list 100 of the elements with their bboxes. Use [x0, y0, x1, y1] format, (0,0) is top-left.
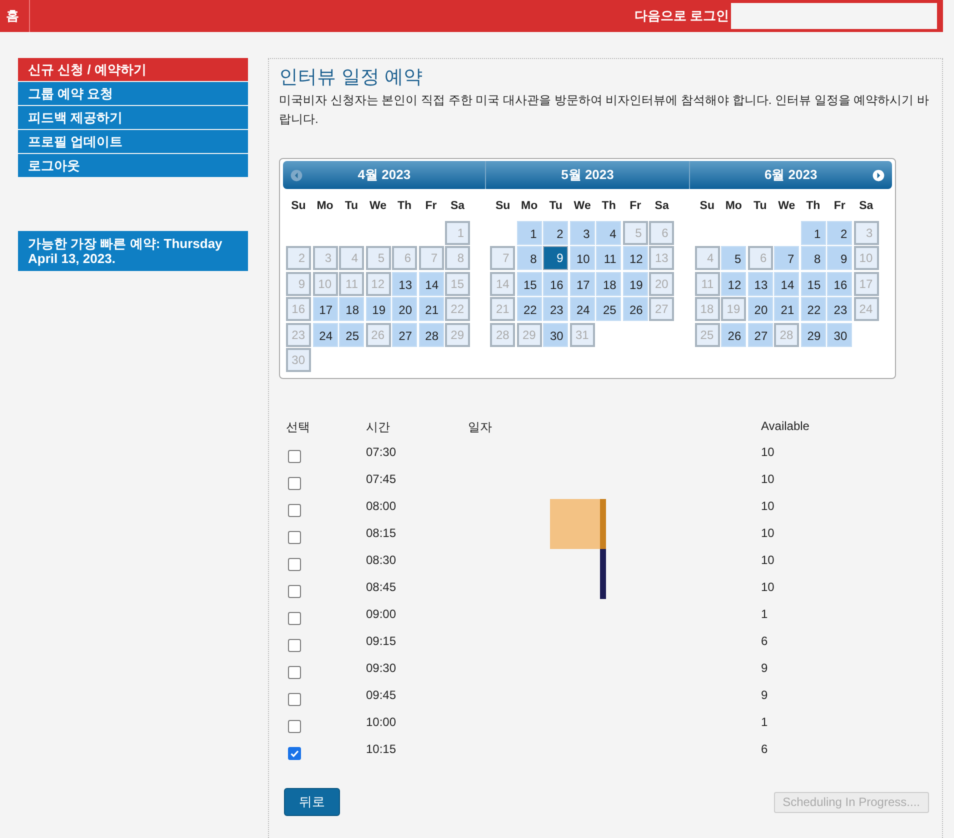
available-cell-text: 10	[761, 498, 776, 512]
calendar-day[interactable]: 17	[570, 272, 595, 296]
calendar-day[interactable]: 2	[543, 220, 568, 244]
calendar-day[interactable]: 12	[622, 246, 648, 270]
calendar-day[interactable]: 8	[800, 246, 826, 270]
calendar-day[interactable]: 30	[827, 322, 852, 346]
weekday-label: Fr	[424, 199, 438, 214]
weekday-label: Tu	[548, 199, 564, 214]
weekday-label: Sa	[449, 199, 466, 214]
available-cell-text: 10	[761, 552, 776, 566]
calendar-day[interactable]: 18	[596, 272, 622, 296]
available-cell-text: 1	[761, 606, 769, 620]
available-cell-text: 10	[761, 526, 776, 540]
sidebar-item[interactable]: 로그아웃	[18, 154, 248, 177]
weekday-label: Sa	[654, 199, 670, 214]
calendar-day[interactable]: 21	[418, 297, 444, 321]
calendar-day[interactable]: 14	[774, 272, 800, 296]
checkbox[interactable]	[288, 638, 301, 652]
calendar-day[interactable]: 11	[596, 246, 622, 270]
checkbox[interactable]	[288, 666, 301, 678]
month-title: 5월 2023	[561, 166, 614, 184]
calendar-day[interactable]: 3	[570, 220, 595, 244]
weekday-label: We	[368, 199, 388, 214]
calendar-day[interactable]: 27	[392, 322, 417, 346]
calendar-day[interactable]: 22	[516, 297, 542, 321]
calendar-day[interactable]: 10	[570, 246, 595, 270]
calendar-day[interactable]: 2	[827, 220, 852, 244]
calendar-day[interactable]: 21	[774, 297, 800, 321]
sidebar-item[interactable]: 신규 신청 / 예약하기	[18, 58, 248, 81]
calendar-day[interactable]: 19	[622, 272, 648, 296]
calendar-day[interactable]: 12	[721, 272, 746, 296]
calendar-day[interactable]: 13	[392, 272, 417, 296]
sidebar-item[interactable]: 그룹 예약 요청	[18, 82, 248, 105]
calendar-day[interactable]: 27	[748, 322, 773, 346]
calendar-day[interactable]: 15	[800, 272, 826, 296]
calendar-day[interactable]: 25	[339, 322, 364, 346]
calendar-day[interactable]: 17	[312, 297, 338, 321]
month-title: 4월 2023	[358, 166, 411, 184]
calendar-day[interactable]: 19	[366, 297, 390, 321]
calendar-day[interactable]: 24	[312, 322, 338, 346]
checkbox[interactable]	[288, 584, 301, 598]
calendar-day[interactable]: 18	[339, 297, 364, 321]
next-icon[interactable]	[872, 169, 885, 182]
calendar-day[interactable]: 24	[570, 297, 595, 321]
checkbox[interactable]	[288, 692, 301, 706]
checkbox[interactable]	[288, 476, 301, 490]
time-cell-text: 10:15	[366, 742, 398, 756]
calendar-day[interactable]: 29	[800, 322, 826, 346]
sidebar-item[interactable]: 피드백 제공하기	[18, 106, 248, 129]
weekday-label: Su	[698, 199, 716, 214]
calendar-day[interactable]: 16	[543, 272, 568, 296]
calendar-day[interactable]: 20	[748, 297, 773, 321]
calendar-day[interactable]: 20	[392, 297, 417, 321]
time-cell-text: 08:30	[366, 552, 398, 566]
weekday-label: Fr	[832, 199, 846, 214]
calendar-day[interactable]: 8	[516, 246, 542, 270]
checkbox[interactable]	[288, 530, 301, 544]
calendar-day[interactable]: 4	[596, 220, 622, 244]
calendar-day[interactable]: 16	[827, 272, 852, 296]
sidebar-item[interactable]: 프로필 업데이트	[18, 130, 248, 153]
calendar-day[interactable]: 28	[418, 322, 444, 346]
column-header: 일자	[468, 418, 493, 436]
weekday-label: Tu	[344, 199, 360, 214]
checkbox[interactable]	[288, 504, 301, 516]
checkbox[interactable]	[288, 746, 301, 760]
weekday-label: Th	[396, 199, 413, 214]
calendar-day[interactable]: 14	[418, 272, 444, 296]
checkbox[interactable]	[288, 720, 301, 732]
time-cell-text: 09:00	[366, 606, 398, 620]
time-cell-text: 08:15	[366, 526, 398, 540]
checkbox[interactable]	[288, 558, 301, 570]
calendar-day[interactable]: 9	[827, 246, 852, 270]
calendar-day[interactable]: 1	[800, 220, 826, 244]
calendar-day[interactable]: 23	[543, 297, 568, 321]
weekday-label: Mo	[520, 199, 539, 214]
calendar-day[interactable]: 15	[516, 272, 542, 296]
calendar-day[interactable]: 23	[827, 297, 852, 321]
available-cell-text: 10	[761, 472, 776, 486]
time-cell-text: 08:45	[366, 580, 398, 594]
calendar-day[interactable]: 30	[543, 322, 568, 346]
calendar-day[interactable]: 22	[800, 297, 826, 321]
time-cell-text: 09:30	[366, 660, 398, 674]
back-button[interactable]: 뒤로	[284, 788, 340, 816]
month-title: 6월 2023	[764, 166, 818, 184]
available-cell-text: 10	[761, 444, 776, 458]
calendar-day[interactable]: 26	[721, 322, 746, 346]
calendar-day[interactable]: 5	[721, 246, 746, 270]
earliest-appointment-notice: 가능한 가장 빠른 예약: Thursday April 13, 2023.	[18, 231, 248, 271]
calendar-day[interactable]: 13	[748, 272, 773, 296]
checkbox[interactable]	[288, 450, 301, 462]
available-cell-text: 9	[761, 688, 769, 702]
calendar-day[interactable]: 9	[543, 246, 568, 270]
login-field[interactable]	[731, 3, 937, 29]
calendar-day[interactable]: 25	[596, 297, 622, 321]
home-link[interactable]: 홈	[0, 0, 30, 32]
calendar-day[interactable]: 1	[516, 220, 542, 244]
weekday-label: Mo	[724, 199, 743, 214]
checkbox[interactable]	[288, 612, 301, 624]
calendar-day[interactable]: 26	[622, 297, 648, 321]
calendar-day[interactable]: 7	[774, 246, 800, 270]
